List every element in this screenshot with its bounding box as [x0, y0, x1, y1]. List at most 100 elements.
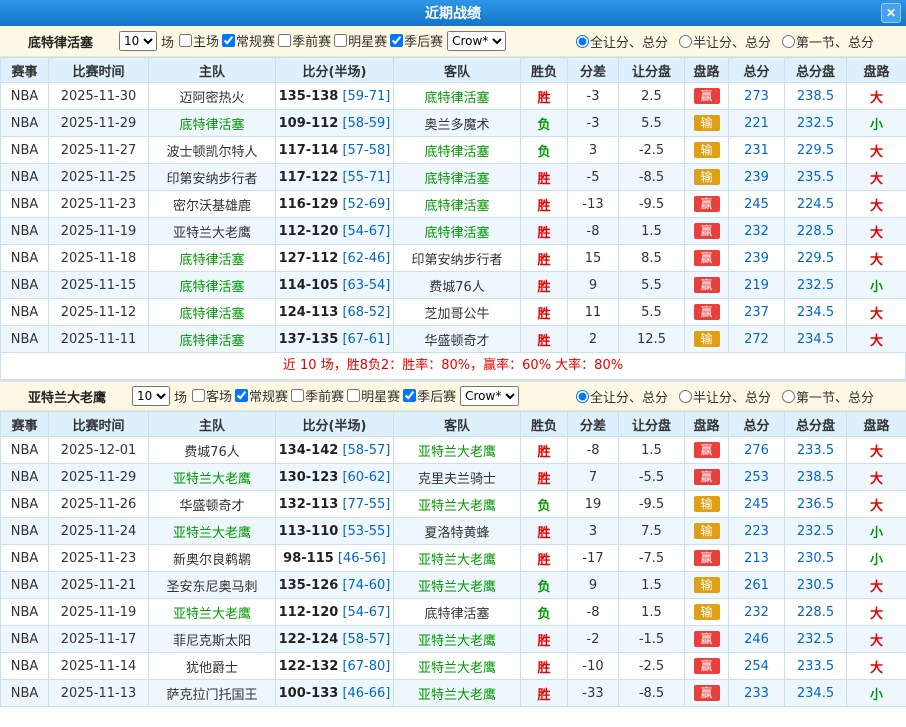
away-team-cell: 底特律活塞: [394, 218, 521, 245]
column-header: 盘路: [685, 58, 729, 83]
final-score: 122-124: [279, 632, 339, 647]
checkbox-input[interactable]: [334, 34, 347, 47]
filter-checkbox-2[interactable]: 季前赛: [288, 386, 344, 405]
point-diff-cell: -13: [568, 191, 619, 218]
final-score: 134-142: [279, 443, 339, 458]
filter-checkbox-1[interactable]: 常规赛: [219, 31, 275, 50]
total-points-cell: 232: [729, 599, 785, 626]
table-body: NBA 2025-11-30 迈阿密热火 135-138 [59-71] 底特律…: [1, 83, 906, 353]
date-cell: 2025-11-27: [49, 137, 149, 164]
away-team-cell: 夏洛特黄蜂: [394, 518, 521, 545]
handicap-result-cell: 赢: [685, 83, 729, 110]
halftime-score: [58-59]: [342, 116, 390, 131]
league-cell: NBA: [1, 572, 49, 599]
checkbox-input[interactable]: [291, 389, 304, 402]
win-loss-cell: 负: [521, 491, 568, 518]
checkbox-input[interactable]: [278, 34, 291, 47]
total-points-cell: 272: [729, 326, 785, 353]
filter-radio-2[interactable]: 第一节、总分: [779, 32, 874, 51]
filter-checkbox-4[interactable]: 季后赛: [387, 31, 443, 50]
filter-radio-0[interactable]: 全让分、总分: [573, 32, 668, 51]
handicap-result-cell: 赢: [685, 626, 729, 653]
filter-radio-1[interactable]: 半让分、总分: [676, 32, 771, 51]
final-score: 114-105: [279, 278, 339, 293]
radio-input[interactable]: [679, 390, 692, 403]
checkbox-input[interactable]: [235, 389, 248, 402]
radio-label: 第一节、总分: [796, 32, 874, 51]
score-cell: 124-113 [68-52]: [276, 299, 394, 326]
date-cell: 2025-11-17: [49, 626, 149, 653]
away-team-cell: 奥兰多魔术: [394, 110, 521, 137]
point-diff-cell: -2: [568, 626, 619, 653]
filter-radio-1[interactable]: 半让分、总分: [676, 387, 771, 406]
filter-checkbox-3[interactable]: 明星赛: [331, 31, 387, 50]
total-line-cell: 234.5: [785, 326, 847, 353]
radio-input[interactable]: [576, 35, 589, 48]
checkbox-input[interactable]: [222, 34, 235, 47]
games-count-suffix: 场: [174, 387, 187, 406]
checkbox-input[interactable]: [179, 34, 192, 47]
column-header: 总分: [729, 58, 785, 83]
league-select[interactable]: Crow*: [447, 31, 506, 51]
point-diff-cell: -10: [568, 653, 619, 680]
handicap-line-cell: -1.5: [619, 626, 685, 653]
filter-radio-2[interactable]: 第一节、总分: [779, 387, 874, 406]
column-header: 胜负: [521, 412, 568, 437]
filter-checkbox-0[interactable]: 客场: [189, 386, 232, 405]
filter-checkbox-0[interactable]: 主场: [176, 31, 219, 50]
filter-radio-0[interactable]: 全让分、总分: [573, 387, 668, 406]
away-team-cell: 底特律活塞: [394, 164, 521, 191]
total-line-cell: 229.5: [785, 137, 847, 164]
filter-checkbox-1[interactable]: 常规赛: [232, 386, 288, 405]
league-select[interactable]: Crow*: [460, 386, 519, 406]
radio-input[interactable]: [679, 35, 692, 48]
radio-input[interactable]: [576, 390, 589, 403]
handicap-result-cell: 赢: [685, 437, 729, 464]
league-cell: NBA: [1, 299, 49, 326]
radio-input[interactable]: [782, 390, 795, 403]
halftime-score: [63-54]: [342, 278, 390, 293]
halftime-score: [46-56]: [338, 551, 386, 566]
win-loss-cell: 负: [521, 572, 568, 599]
away-team-cell: 克里夫兰骑士: [394, 464, 521, 491]
filter-checkbox-2[interactable]: 季前赛: [275, 31, 331, 50]
games-count-select[interactable]: 10: [119, 31, 157, 51]
point-diff-cell: 9: [568, 572, 619, 599]
filter-checkbox-group: 客场常规赛季前赛明星赛季后赛: [189, 386, 456, 406]
checkbox-input[interactable]: [192, 389, 205, 402]
game-row: NBA 2025-11-30 迈阿密热火 135-138 [59-71] 底特律…: [1, 83, 906, 110]
checkbox-input[interactable]: [347, 389, 360, 402]
close-button[interactable]: ✕: [881, 3, 901, 23]
handicap-line-cell: 1.5: [619, 218, 685, 245]
handicap-result-cell: 赢: [685, 218, 729, 245]
date-cell: 2025-11-23: [49, 545, 149, 572]
total-line-cell: 238.5: [785, 464, 847, 491]
score-cell: 127-112 [62-46]: [276, 245, 394, 272]
over-under-cell: 小: [847, 545, 906, 572]
halftime-score: [58-57]: [342, 443, 390, 458]
date-cell: 2025-11-23: [49, 191, 149, 218]
handicap-result-chip: 赢: [694, 631, 720, 647]
league-cell: NBA: [1, 518, 49, 545]
date-cell: 2025-12-01: [49, 437, 149, 464]
over-under-cell: 大: [847, 191, 906, 218]
home-team-cell: 新奥尔良鹈鹕: [149, 545, 276, 572]
total-line-cell: 236.5: [785, 491, 847, 518]
checkbox-input[interactable]: [403, 389, 416, 402]
table-body: NBA 2025-12-01 费城76人 134-142 [58-57] 亚特兰…: [1, 437, 906, 707]
handicap-result-chip: 赢: [694, 469, 720, 485]
total-line-cell: 232.5: [785, 110, 847, 137]
filter-checkbox-3[interactable]: 明星赛: [344, 386, 400, 405]
over-under-cell: 大: [847, 218, 906, 245]
league-cell: NBA: [1, 437, 49, 464]
win-loss-cell: 胜: [521, 653, 568, 680]
games-count-select[interactable]: 10: [132, 386, 170, 406]
filter-checkbox-4[interactable]: 季后赛: [400, 386, 456, 405]
home-team-cell: 华盛顿奇才: [149, 491, 276, 518]
radio-input[interactable]: [782, 35, 795, 48]
date-cell: 2025-11-13: [49, 680, 149, 707]
total-points-cell: 239: [729, 164, 785, 191]
halftime-score: [74-60]: [342, 578, 390, 593]
checkbox-input[interactable]: [390, 34, 403, 47]
win-loss-cell: 负: [521, 599, 568, 626]
